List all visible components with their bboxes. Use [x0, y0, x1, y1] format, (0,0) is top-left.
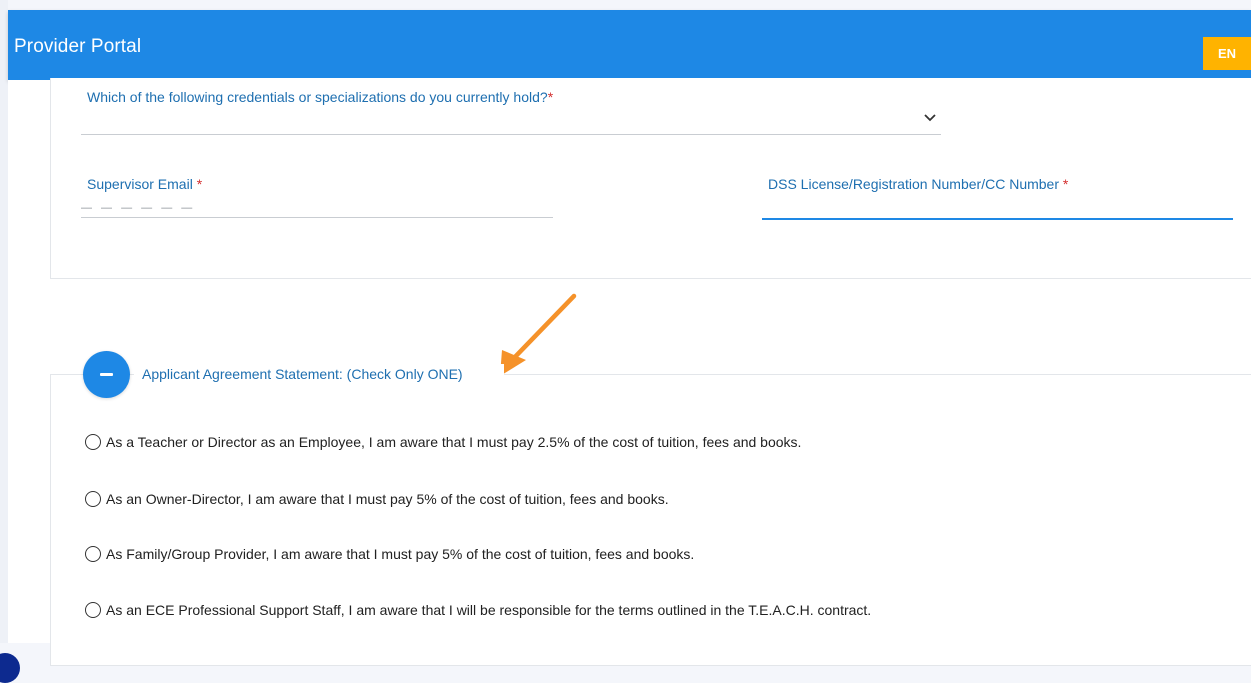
option-label: As a Teacher or Director as an Employee,…: [106, 434, 802, 450]
top-band: [0, 0, 1251, 10]
radio-button[interactable]: [85, 434, 101, 450]
required-mark: *: [196, 176, 203, 192]
supervisor-email-value[interactable]: — — — — — —: [81, 202, 551, 216]
collapse-section-button[interactable]: [83, 351, 130, 398]
dss-license-label: DSS License/Registration Number/CC Numbe…: [768, 176, 1069, 192]
agreement-option-owner-director[interactable]: As an Owner-Director, I am aware that I …: [85, 491, 669, 507]
required-mark: *: [547, 89, 554, 105]
radio-button[interactable]: [85, 602, 101, 618]
option-label: As an ECE Professional Support Staff, I …: [106, 602, 872, 618]
agreement-option-family-group-provider[interactable]: As Family/Group Provider, I am aware tha…: [85, 546, 694, 562]
language-button[interactable]: EN: [1203, 37, 1251, 70]
credentials-label: Which of the following credentials or sp…: [87, 89, 554, 105]
app-title: Provider Portal: [14, 36, 142, 57]
dss-license-input[interactable]: [762, 198, 1233, 220]
radio-button[interactable]: [85, 546, 101, 562]
agreement-card: [50, 374, 1251, 666]
side-floating-button[interactable]: [0, 653, 20, 683]
option-label: As an Owner-Director, I am aware that I …: [106, 491, 669, 507]
minus-icon: [100, 373, 113, 376]
required-mark: *: [1062, 176, 1069, 192]
app-header: Provider Portal EN: [8, 10, 1251, 80]
supervisor-email-underline: [81, 217, 553, 218]
agreement-option-teacher-director[interactable]: As a Teacher or Director as an Employee,…: [85, 434, 801, 450]
supervisor-email-label: Supervisor Email *: [87, 176, 203, 192]
credentials-card: [50, 78, 1251, 279]
chevron-down-icon[interactable]: [921, 109, 939, 127]
form-container: Which of the following credentials or sp…: [0, 78, 1251, 683]
left-strip: [0, 0, 8, 643]
option-label: As Family/Group Provider, I am aware tha…: [106, 546, 695, 562]
credentials-select[interactable]: [81, 134, 941, 135]
radio-button[interactable]: [85, 491, 101, 507]
agreement-option-ece-support-staff[interactable]: As an ECE Professional Support Staff, I …: [85, 602, 871, 618]
agreement-section-title: Applicant Agreement Statement: (Check On…: [142, 366, 463, 382]
